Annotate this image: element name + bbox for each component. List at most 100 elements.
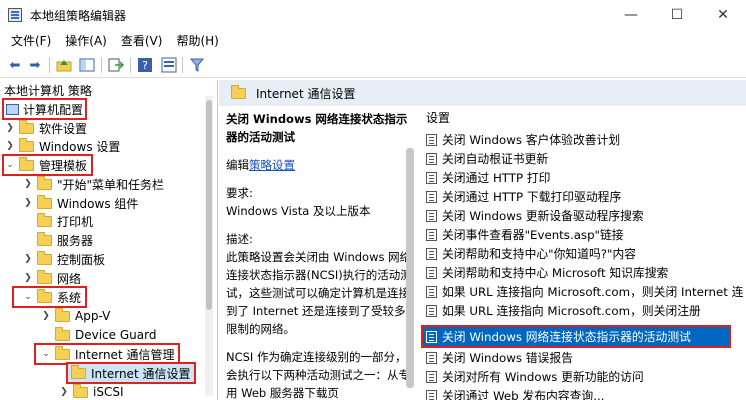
chevron-right-icon[interactable]: ❯: [22, 254, 34, 264]
policy-setting-icon: [426, 209, 437, 222]
tree-item-internet-comm-settings[interactable]: Internet 通信设置: [65, 362, 197, 384]
policy-title: 关闭 Windows 网络连接状态指示器的活动测试: [226, 112, 408, 144]
tree-item-control-panel[interactable]: ❯ 控制面板: [22, 250, 105, 268]
edit-policy-link[interactable]: 策略设置: [249, 158, 295, 172]
policy-editor-icon: [8, 8, 22, 22]
chevron-down-icon[interactable]: ⌄: [4, 160, 16, 170]
chevron-down-icon[interactable]: ⌄: [40, 349, 52, 359]
policy-setting-icon: [426, 389, 437, 400]
chevron-right-icon[interactable]: ❯: [58, 387, 70, 397]
list-item[interactable]: 如果 URL 连接指向 Microsoft.com，则关闭 Internet 连: [423, 282, 746, 301]
properties-icon[interactable]: [160, 56, 178, 74]
tree-item-windows-settings[interactable]: ❯ Windows 设置: [4, 137, 120, 155]
list-item-selected[interactable]: 关闭 Windows 网络连接状态指示器的活动测试: [421, 325, 731, 348]
tree-item-software-settings[interactable]: ❯ 软件设置: [4, 119, 87, 137]
chevron-down-icon[interactable]: ⌄: [22, 292, 34, 302]
back-arrow-icon[interactable]: ⬅: [6, 56, 24, 74]
tree-item-iscsi[interactable]: ❯ iSCSI: [58, 383, 124, 400]
chevron-right-icon[interactable]: ❯: [22, 198, 34, 208]
tree-item-label: Windows 设置: [39, 139, 121, 154]
tree-scrollbar-thumb[interactable]: [206, 100, 212, 310]
folder-icon: [19, 119, 34, 134]
requirement-value: Windows Vista 及以上版本: [226, 204, 371, 218]
svg-text:?: ?: [142, 59, 148, 72]
list-item[interactable]: 关闭 Windows 客户体验改善计划: [423, 130, 746, 149]
minimize-button[interactable]: —: [608, 0, 654, 30]
help-icon[interactable]: ?: [136, 56, 154, 74]
settings-column-header[interactable]: 设置: [426, 109, 450, 126]
policy-tree: 本地计算机 策略 计算机配置 ❯ 软件设置 ❯ Windows 设置 ⌄ 管理模…: [0, 80, 218, 400]
menu-file[interactable]: 文件(F): [4, 30, 58, 52]
right-pane-title: Internet 通信设置: [256, 86, 356, 101]
list-item[interactable]: 关闭事件查看器"Events.asp"链接: [423, 225, 746, 244]
tree-item-label: Internet 通信设置: [91, 366, 191, 381]
folder-icon: [37, 288, 52, 303]
show-tree-icon[interactable]: [78, 56, 96, 74]
folder-icon: [73, 383, 88, 398]
list-item[interactable]: 关闭对所有 Windows 更新功能的访问: [423, 367, 746, 386]
tree-item-label: 系统: [57, 290, 82, 305]
maximize-button[interactable]: ☐: [654, 0, 700, 30]
list-item[interactable]: 如果 URL 连接指向 Microsoft.com，则关闭注册: [423, 301, 746, 320]
tree-item-admin-templates[interactable]: ⌄ 管理模板: [1, 154, 94, 176]
edit-prefix: 编辑: [226, 158, 249, 172]
list-item[interactable]: 关闭通过 HTTP 打印: [423, 168, 746, 187]
list-item[interactable]: 关闭自动根证书更新: [423, 149, 746, 168]
menu-help[interactable]: 帮助(H): [169, 30, 225, 52]
menu-view[interactable]: 查看(V): [114, 30, 170, 52]
forward-arrow-icon[interactable]: ➡: [26, 56, 44, 74]
toolbar-separator: [182, 57, 183, 73]
filter-icon[interactable]: [188, 56, 206, 74]
folder-icon: [55, 326, 70, 341]
list-item[interactable]: 关闭帮助和支持中心"你知道吗?"内容: [423, 244, 746, 263]
tree-item-start-menu[interactable]: ❯ "开始"菜单和任务栏: [22, 175, 164, 193]
title-bar: 本地组策略编辑器 — ☐ ✕: [0, 0, 746, 30]
tree-item-label: 控制面板: [57, 252, 106, 267]
chevron-right-icon[interactable]: ❯: [22, 179, 34, 189]
tree-item-device-guard[interactable]: Device Guard: [40, 326, 156, 344]
menu-bar: 文件(F) 操作(A) 查看(V) 帮助(H): [0, 30, 746, 52]
tree-item-label: iSCSI: [93, 385, 124, 399]
folder-icon: [37, 250, 52, 265]
tree-root-label[interactable]: 本地计算机 策略: [4, 82, 92, 99]
up-folder-icon[interactable]: [55, 56, 73, 74]
policy-setting-icon: [426, 152, 437, 165]
description-scrollbar-thumb[interactable]: [406, 148, 414, 388]
tree-item-internet-comm-mgmt[interactable]: ⌄ Internet 通信管理: [33, 343, 181, 365]
tree-item-printers[interactable]: 打印机: [22, 212, 93, 230]
chevron-right-icon[interactable]: ❯: [22, 273, 34, 283]
tree-item-computer-config[interactable]: 计算机配置: [1, 98, 88, 120]
tree-item-server[interactable]: 服务器: [22, 231, 93, 249]
chevron-right-icon[interactable]: ❯: [4, 141, 16, 151]
folder-icon: [19, 137, 34, 152]
description-text: 此策略设置会关闭由 Windows 网络连接状态指示器(NCSI)执行的活动测试…: [226, 250, 412, 336]
folder-icon: [231, 84, 246, 99]
toolbar-separator: [130, 57, 131, 73]
tree-item-label: Windows 组件: [57, 196, 139, 211]
menu-action[interactable]: 操作(A): [58, 30, 114, 52]
tree-item-label: Device Guard: [75, 328, 157, 342]
toolbar-separator: [49, 57, 50, 73]
toolbar: ⬅ ➡ ?: [0, 52, 746, 78]
list-item[interactable]: 关闭通过 Web 发布内容查询...: [423, 386, 746, 400]
list-item[interactable]: 关闭 Windows 更新设备驱动程序搜索: [423, 206, 746, 225]
tree-item-app-v[interactable]: ❯ App-V: [40, 307, 110, 325]
tree-item-label: 打印机: [57, 214, 94, 229]
policy-setting-icon: [426, 247, 437, 260]
chevron-right-icon[interactable]: ❯: [4, 123, 16, 133]
tree-item-system[interactable]: ⌄ 系统: [11, 286, 88, 308]
tree-item-network[interactable]: ❯ 网络: [22, 269, 81, 287]
list-item[interactable]: 关闭帮助和支持中心 Microsoft 知识库搜索: [423, 263, 746, 282]
tree-item-label: 服务器: [57, 233, 94, 248]
tree-item-windows-components[interactable]: ❯ Windows 组件: [22, 194, 138, 212]
export-icon[interactable]: [107, 56, 125, 74]
chevron-right-icon[interactable]: ❯: [40, 311, 52, 321]
list-item[interactable]: 关闭 Windows 错误报告: [423, 348, 746, 367]
folder-icon: [55, 345, 70, 360]
tree-item-label: Internet 通信管理: [75, 347, 175, 362]
list-item[interactable]: 关闭通过 HTTP 下载打印驱动程序: [423, 187, 746, 206]
close-button[interactable]: ✕: [700, 0, 746, 30]
tree-item-label: 网络: [57, 271, 82, 286]
folder-icon: [71, 364, 86, 379]
folder-icon: [37, 194, 52, 209]
